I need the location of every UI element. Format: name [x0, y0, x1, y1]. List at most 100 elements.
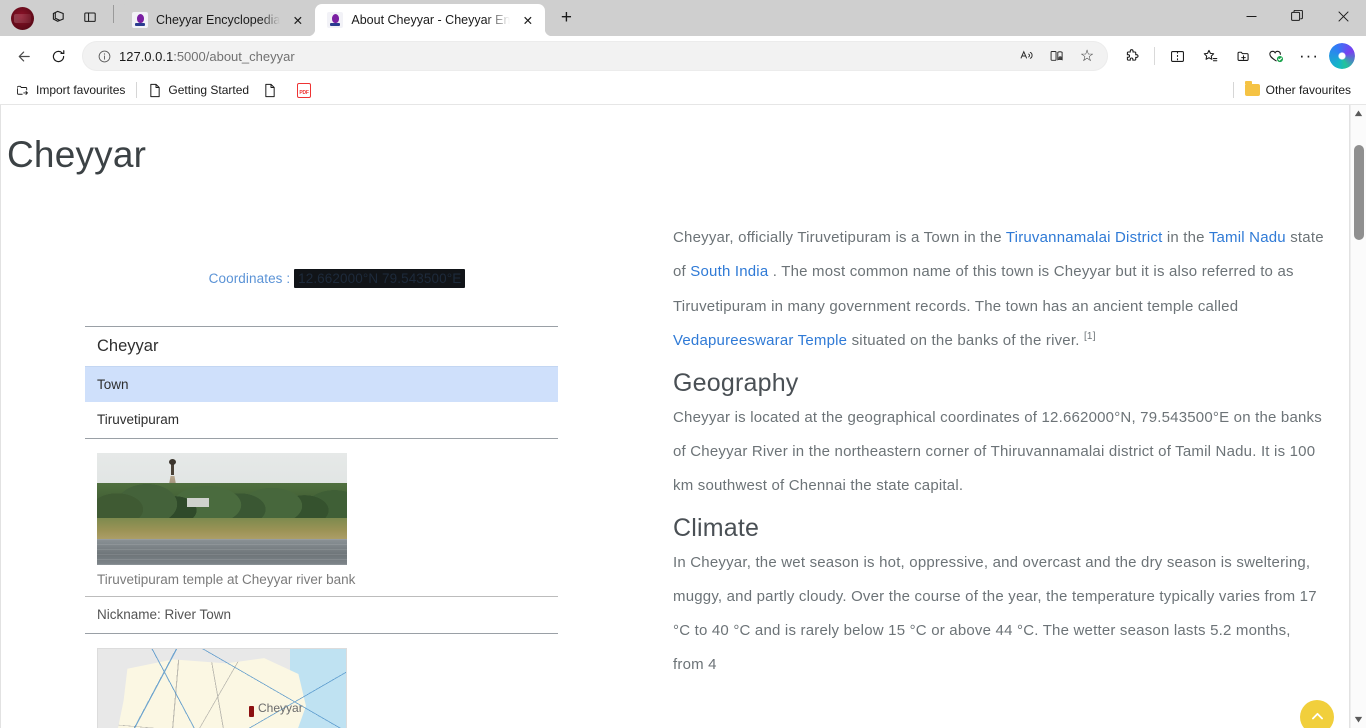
tab-title: Cheyyar Encyclopedia: [156, 13, 281, 27]
refresh-button[interactable]: [42, 40, 74, 72]
title-bar-left-controls: [0, 0, 120, 36]
settings-and-more-icon[interactable]: ···: [1293, 40, 1325, 72]
intro-text-2: in the: [1162, 229, 1209, 247]
window-controls: [1228, 0, 1366, 32]
browser-window: Cheyyar Encyclopedia ✕ About Cheyyar - C…: [0, 0, 1366, 728]
favourites-bar-right: Other favourites: [1229, 80, 1358, 100]
browser-tab-0[interactable]: Cheyyar Encyclopedia ✕: [120, 4, 316, 36]
back-button[interactable]: [8, 40, 40, 72]
copilot-icon: [1329, 43, 1355, 69]
infobox-nickname: Nickname: River Town: [85, 597, 558, 635]
close-window-button[interactable]: [1320, 0, 1366, 32]
scrollbar-down-arrow-icon[interactable]: [1351, 711, 1366, 728]
web-page: Cheyyar Coordinates : 12.662000°N 79.543…: [0, 105, 1350, 728]
intro-text-1: Cheyyar, officially Tiruvetipuram is a T…: [673, 229, 1006, 247]
browser-tab-1[interactable]: About Cheyyar - Cheyyar Encyclo ✕: [315, 4, 546, 36]
map-location-label: Cheyyar: [258, 701, 303, 716]
tab-favicon-icon: [132, 12, 148, 28]
infobox-alt-name: Tiruvetipuram: [85, 402, 558, 440]
favourite-getting-started[interactable]: Getting Started: [141, 80, 256, 101]
link-vedapureeswarar-temple[interactable]: Vedapureeswarar Temple: [673, 332, 847, 349]
read-aloud-icon[interactable]: [1013, 43, 1041, 69]
minimize-button[interactable]: [1228, 0, 1274, 32]
maximize-restore-button[interactable]: [1274, 0, 1320, 32]
temple-river-photo: [97, 453, 347, 566]
url-path: :5000/about_cheyyar: [173, 48, 295, 64]
infobox-figure: [85, 439, 558, 566]
folder-icon: [1244, 81, 1260, 96]
address-bar[interactable]: 127.0.0.1:5000/about_cheyyar ☆: [82, 41, 1108, 71]
add-favorite-icon[interactable]: ☆: [1073, 43, 1101, 69]
link-tiruvannamalai-district[interactable]: Tiruvannamalai District: [1006, 229, 1163, 246]
article-column: Cheyyar, officially Tiruvetipuram is a T…: [673, 221, 1349, 728]
map-rivers: [98, 649, 346, 728]
tab-strip: Cheyyar Encyclopedia ✕ About Cheyyar - C…: [120, 0, 581, 36]
copilot-button[interactable]: [1326, 40, 1358, 72]
favourite-blank-document[interactable]: [256, 80, 290, 101]
other-favourites-folder[interactable]: Other favourites: [1238, 80, 1358, 100]
tab-actions-icon[interactable]: [75, 2, 105, 32]
toolbar-right-actions: ···: [1116, 40, 1358, 72]
browser-essentials-icon[interactable]: [1260, 40, 1292, 72]
coordinates-value[interactable]: 12.662000°N 79.543500°E: [294, 269, 466, 289]
new-tab-button[interactable]: +: [551, 3, 581, 33]
infobox: Cheyyar Town Tiruvetipuram Tiruvetipuram…: [85, 326, 558, 728]
split-screen-icon[interactable]: [1161, 40, 1193, 72]
photo-temple-spire: [168, 459, 176, 476]
avatar-icon[interactable]: [11, 6, 34, 30]
link-south-india[interactable]: South India: [690, 263, 768, 280]
toolbar-divider: [1154, 47, 1155, 65]
extensions-icon[interactable]: [1116, 40, 1148, 72]
favorites-icon[interactable]: [1194, 40, 1226, 72]
infobox-column: Coordinates : 12.662000°N 79.543500°E Ch…: [1, 221, 673, 728]
coordinates-line: Coordinates : 12.662000°N 79.543500°E: [1, 269, 673, 289]
geography-paragraph: Cheyyar is located at the geographical c…: [673, 408, 1322, 494]
address-bar-actions: ☆: [1013, 43, 1101, 69]
infobox-map-wrapper: Cheyyar: [85, 634, 558, 728]
climate-paragraph: In Cheyyar, the wet season is hot, oppre…: [673, 554, 1317, 674]
heading-geography: Geography: [673, 368, 799, 397]
chevron-up-icon: [1311, 713, 1323, 720]
infobox-photo-caption: Tiruvetipuram temple at Cheyyar river ba…: [85, 565, 558, 598]
photo-building: [187, 498, 209, 508]
tab-favicon-icon: [327, 12, 344, 28]
page-content: Cheyyar Coordinates : 12.662000°N 79.543…: [1, 130, 1349, 728]
toolbar-divider: [113, 5, 114, 23]
immersive-reader-icon[interactable]: [1043, 43, 1071, 69]
page-scrollbar[interactable]: [1350, 105, 1366, 728]
browser-toolbar: 127.0.0.1:5000/about_cheyyar ☆ ···: [0, 36, 1366, 76]
scrollbar-up-arrow-icon[interactable]: [1351, 105, 1366, 122]
page-viewport: Cheyyar Coordinates : 12.662000°N 79.543…: [0, 105, 1366, 728]
page-title: Cheyyar: [7, 133, 147, 175]
reference-marker-1[interactable]: [1]: [1084, 331, 1096, 342]
import-favourites-button[interactable]: Import favourites: [8, 80, 132, 101]
favourites-bar: Import favourites Getting Started Other …: [0, 76, 1366, 105]
site-information-icon[interactable]: [93, 45, 115, 67]
link-tamil-nadu[interactable]: Tamil Nadu: [1209, 229, 1286, 246]
tab-title: About Cheyyar - Cheyyar Encyclo: [351, 13, 511, 27]
collections-icon[interactable]: [1227, 40, 1259, 72]
url-host: 127.0.0.1: [119, 48, 174, 64]
other-favourites-label: Other favourites: [1265, 83, 1351, 97]
favourites-divider: [1232, 82, 1234, 98]
content-columns: Coordinates : 12.662000°N 79.543500°E Ch…: [1, 199, 1349, 728]
infobox-name: Cheyyar: [85, 326, 558, 366]
location-map: Cheyyar: [97, 648, 347, 728]
map-location-marker: [249, 706, 254, 718]
address-bar-text: 127.0.0.1:5000/about_cheyyar: [119, 49, 1013, 64]
scrollbar-thumb[interactable]: [1354, 145, 1364, 240]
photo-river-water: [97, 538, 347, 566]
heading-climate: Climate: [673, 513, 760, 542]
infobox-type[interactable]: Town: [85, 366, 558, 403]
scroll-to-top-button[interactable]: [1300, 699, 1334, 728]
title-bar: Cheyyar Encyclopedia ✕ About Cheyyar - C…: [0, 0, 1366, 36]
favourites-divider: [136, 82, 138, 98]
photo-river-bank: [97, 518, 347, 541]
coordinates-label: Coordinates :: [208, 271, 291, 287]
workspaces-icon[interactable]: [43, 2, 73, 32]
intro-text-5: situated on the banks of the river.: [847, 331, 1084, 349]
tab-close-icon[interactable]: ✕: [518, 11, 537, 30]
pdf-icon: [297, 82, 312, 98]
favourite-pdf[interactable]: [290, 80, 324, 101]
tab-close-icon[interactable]: ✕: [288, 11, 307, 30]
